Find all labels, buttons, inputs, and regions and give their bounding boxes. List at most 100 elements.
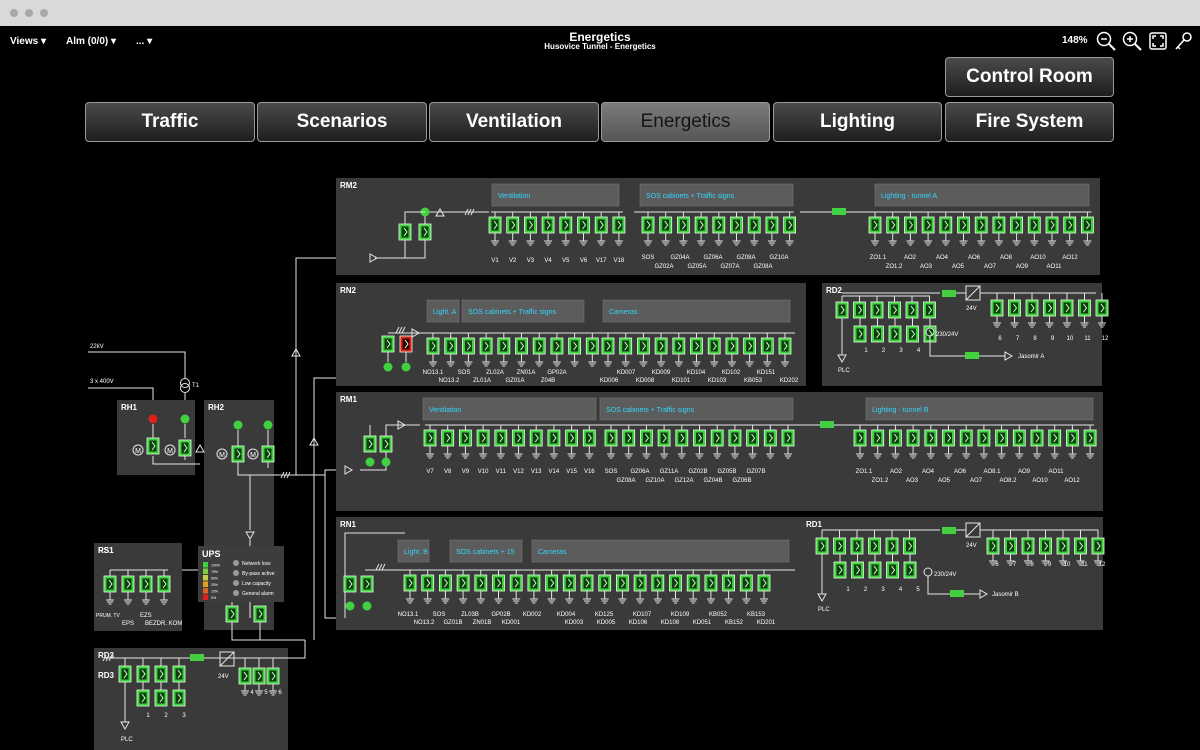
breaker-icon[interactable]	[438, 574, 452, 592]
breaker-icon[interactable]	[515, 337, 528, 355]
breaker-icon[interactable]	[886, 216, 900, 234]
breaker-icon[interactable]	[959, 429, 973, 447]
breaker-icon[interactable]	[559, 216, 573, 234]
breaker-icon[interactable]	[458, 429, 472, 447]
breaker-icon[interactable]	[1021, 537, 1035, 555]
breaker-icon[interactable]	[904, 216, 917, 234]
breaker-icon[interactable]	[669, 574, 682, 592]
breaker-icon[interactable]	[637, 337, 650, 355]
breaker-icon[interactable]	[529, 429, 543, 447]
breaker-icon[interactable]	[833, 561, 847, 579]
breaker-icon[interactable]	[871, 325, 884, 343]
breaker-icon[interactable]	[747, 216, 761, 234]
breaker-icon[interactable]	[906, 325, 919, 343]
breaker-icon[interactable]	[379, 435, 393, 453]
breaker-icon[interactable]	[598, 574, 612, 592]
breaker-icon[interactable]	[1025, 299, 1039, 317]
breaker-icon[interactable]	[461, 337, 475, 355]
breaker-icon[interactable]	[172, 665, 186, 683]
breaker-icon[interactable]	[619, 337, 633, 355]
breaker-icon[interactable]	[136, 665, 150, 683]
breaker-icon[interactable]	[710, 429, 724, 447]
breaker-icon[interactable]	[506, 216, 520, 234]
breaker-icon[interactable]	[612, 216, 626, 234]
breaker-icon[interactable]	[995, 429, 1008, 447]
breaker-icon[interactable]	[488, 216, 502, 234]
breaker-icon[interactable]	[476, 429, 490, 447]
breaker-icon[interactable]	[974, 216, 988, 234]
breaker-icon[interactable]	[154, 689, 168, 707]
breaker-icon[interactable]	[942, 429, 955, 447]
breaker-icon[interactable]	[746, 429, 759, 447]
breaker-icon[interactable]	[677, 216, 690, 234]
breaker-icon[interactable]	[690, 337, 703, 355]
breaker-icon[interactable]	[886, 561, 899, 579]
breaker-icon[interactable]	[1095, 299, 1109, 317]
breaker-icon[interactable]	[815, 537, 829, 555]
breaker-icon[interactable]	[418, 223, 432, 241]
breaker-icon[interactable]	[783, 216, 796, 234]
breaker-icon[interactable]	[545, 574, 558, 592]
breaker-icon[interactable]	[479, 337, 493, 355]
breaker-icon[interactable]	[760, 337, 774, 355]
breaker-icon[interactable]	[426, 337, 440, 355]
breaker-icon[interactable]	[835, 301, 849, 319]
breaker-icon[interactable]	[550, 337, 564, 355]
breaker-icon[interactable]	[686, 574, 700, 592]
breaker-icon[interactable]	[986, 537, 1000, 555]
breaker-icon[interactable]	[707, 337, 721, 355]
breaker-icon[interactable]	[1048, 429, 1062, 447]
breaker-icon[interactable]	[633, 574, 647, 592]
breaker-icon[interactable]	[850, 537, 864, 555]
breaker-icon[interactable]	[1074, 537, 1087, 555]
breaker-icon[interactable]	[651, 574, 665, 592]
breaker-icon[interactable]	[527, 574, 541, 592]
breaker-icon[interactable]	[725, 337, 739, 355]
breaker-icon[interactable]	[136, 689, 150, 707]
breaker-icon[interactable]	[421, 574, 435, 592]
breaker-icon[interactable]	[853, 325, 867, 343]
breaker-icon[interactable]	[622, 429, 636, 447]
breaker-icon[interactable]	[1045, 216, 1059, 234]
breaker-icon[interactable]	[146, 437, 160, 455]
breaker-icon[interactable]	[121, 575, 135, 593]
breaker-icon[interactable]	[252, 667, 266, 685]
breaker-icon[interactable]	[1039, 537, 1052, 555]
breaker-icon[interactable]	[103, 575, 117, 593]
breaker-icon[interactable]	[992, 216, 1006, 234]
breaker-icon[interactable]	[906, 429, 920, 447]
breaker-icon[interactable]	[885, 537, 899, 555]
breaker-icon[interactable]	[456, 574, 470, 592]
breaker-icon[interactable]	[577, 216, 590, 234]
breaker-icon[interactable]	[903, 561, 917, 579]
breaker-icon[interactable]	[474, 574, 488, 592]
breaker-icon[interactable]	[178, 439, 192, 457]
breaker-icon[interactable]	[1066, 429, 1079, 447]
breaker-icon[interactable]	[763, 429, 777, 447]
breaker-icon[interactable]	[641, 216, 655, 234]
breaker-icon[interactable]	[672, 337, 686, 355]
breaker-icon[interactable]	[765, 216, 779, 234]
breaker-icon[interactable]	[139, 575, 153, 593]
breaker-icon[interactable]	[360, 575, 374, 593]
breaker-icon[interactable]	[509, 574, 523, 592]
breaker-icon[interactable]	[512, 429, 525, 447]
breaker-icon[interactable]	[1030, 429, 1044, 447]
breaker-icon[interactable]	[977, 429, 991, 447]
breaker-icon[interactable]	[266, 667, 280, 685]
breaker-icon[interactable]	[868, 537, 881, 555]
breaker-icon[interactable]	[261, 445, 275, 463]
breaker-icon[interactable]	[743, 337, 756, 355]
breaker-icon[interactable]	[730, 216, 743, 234]
breaker-icon[interactable]	[547, 429, 561, 447]
breaker-icon[interactable]	[444, 337, 458, 355]
breaker-icon[interactable]	[888, 301, 901, 319]
breaker-icon[interactable]	[1004, 537, 1017, 555]
breaker-icon[interactable]	[118, 665, 132, 683]
breaker-icon[interactable]	[888, 325, 902, 343]
breaker-icon[interactable]	[562, 574, 576, 592]
breaker-icon[interactable]	[154, 665, 168, 683]
breaker-icon[interactable]	[654, 337, 668, 355]
breaker-icon[interactable]	[657, 429, 671, 447]
breaker-icon[interactable]	[1012, 429, 1026, 447]
